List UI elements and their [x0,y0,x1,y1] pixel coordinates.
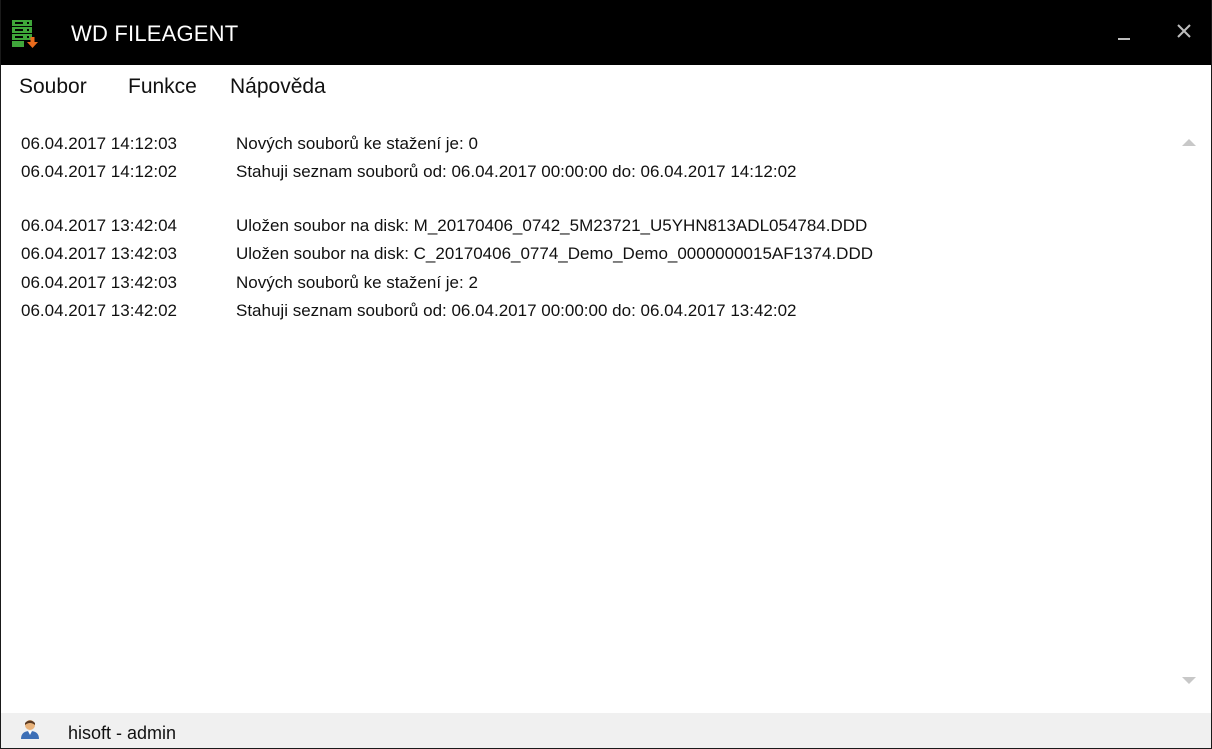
log-entry-time: 06.04.2017 13:42:03 [21,244,177,263]
log-entry-message: Nových souborů ke stažení je: 0 [236,134,478,153]
window-title: WD FILEAGENT [71,21,239,46]
log-entry-time: 06.04.2017 13:42:02 [21,301,177,320]
server-download-icon [12,20,38,48]
menu-soubor[interactable]: Soubor [19,74,87,100]
menu-napoveda[interactable]: Nápověda [230,74,326,100]
minimize-icon [1118,38,1130,40]
scroll-down-arrow-icon[interactable] [1181,676,1197,686]
log-entry-time: 06.04.2017 13:42:03 [21,273,177,292]
log-entry-message: Stahuji seznam souborů od: 06.04.2017 00… [236,301,797,320]
log-entry-message: Uložen soubor na disk: M_20170406_0742_5… [236,216,868,235]
log-entry-time: 06.04.2017 14:12:02 [21,162,177,181]
close-icon [1177,24,1191,38]
log-entry-message: Stahuji seznam souborů od: 06.04.2017 00… [236,162,797,181]
status-bar: hisoft - admin [1,713,1211,748]
user-icon [21,720,39,739]
log-entry-message: Uložen soubor na disk: C_20170406_0774_D… [236,244,873,263]
title-bar[interactable]: WD FILEAGENT [1,0,1211,65]
menu-bar: Soubor Funkce Nápověda [1,65,1211,111]
current-user-label: hisoft - admin [68,723,177,743]
log-entry-message: Nových souborů ke stažení je: 2 [236,273,478,292]
close-button[interactable] [1161,12,1207,56]
scroll-up-arrow-icon[interactable] [1181,137,1197,147]
menu-funkce[interactable]: Funkce [128,74,197,100]
log-entry-time: 06.04.2017 14:12:03 [21,134,177,153]
app-window: WD FILEAGENT Soubor Funkce Nápověda 06.0… [0,0,1212,749]
minimize-button[interactable] [1103,12,1149,56]
log-entry-time: 06.04.2017 13:42:04 [21,216,177,235]
